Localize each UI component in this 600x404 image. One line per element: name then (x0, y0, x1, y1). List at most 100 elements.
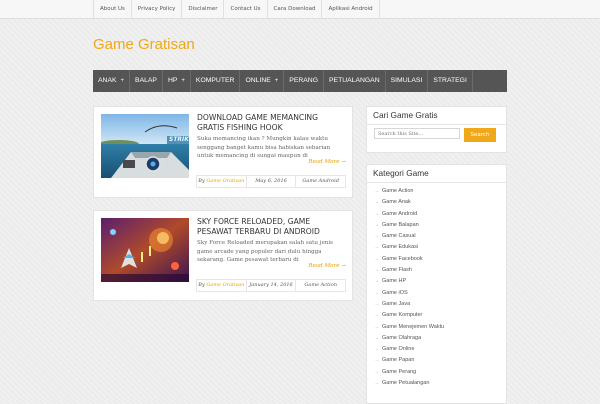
nav-item-perang[interactable]: PERANG (284, 70, 324, 92)
category-item[interactable]: → Game Online (374, 344, 506, 355)
category-item[interactable]: → Game Papan (374, 355, 506, 366)
arrow-right-icon: → (374, 221, 379, 228)
nav-item-strategi[interactable]: STRATEGI (428, 70, 473, 92)
read-more-link[interactable]: Read More → (308, 159, 346, 165)
category-item[interactable]: → Game Java (374, 299, 506, 310)
category-label: Game Papan (382, 357, 415, 364)
category-item[interactable]: → Game Action (374, 186, 506, 197)
category-item[interactable]: → Game Android (374, 209, 506, 220)
post-excerpt: Sky Force Reloaded merupakan salah satu … (197, 240, 334, 263)
post-title[interactable]: DOWNLOAD GAME MEMANCING GRATIS FISHING H… (197, 113, 347, 133)
nav-item-label: BALAP (135, 77, 157, 84)
category-label: Game Petualangan (382, 380, 430, 387)
arrow-right-icon: → (374, 289, 379, 296)
search-button[interactable]: Search (464, 128, 496, 142)
arrow-right-icon: → (374, 233, 379, 240)
fishing-game-image (101, 114, 189, 178)
top-menu-disclaimer[interactable]: Disclaimer (182, 0, 225, 18)
category-label: Game Komputer (382, 312, 423, 319)
category-item[interactable]: → Game Perang (374, 367, 506, 378)
category-label: Game Flash (382, 267, 412, 274)
categories-widget: Kategori Game → Game Action → Game Anak → G… (366, 164, 507, 404)
nav-item-komputer[interactable]: KOMPUTER (191, 70, 241, 92)
nav-item-label: STRATEGI (433, 77, 467, 84)
nav-item-online[interactable]: ONLINE + (240, 70, 285, 92)
category-label: Game Facebook (382, 255, 423, 262)
arrow-right-icon: → (374, 278, 379, 285)
category-label: Game Casual (382, 233, 416, 240)
post-meta: By Game Gratisan May 6, 2016 Game Androi… (196, 175, 347, 188)
arrow-right-icon: → (374, 300, 379, 307)
post-date: January 14, 2016 (245, 279, 297, 292)
category-label: Game Android (382, 210, 418, 217)
search-input[interactable] (374, 128, 460, 139)
top-menu-cara-download[interactable]: Cara Download (268, 0, 323, 18)
category-item[interactable]: → Game Menejemen Waktu (374, 322, 506, 333)
main-nav: ANAK + BALAP HP + KOMPUTER ONLINE + PERANG … (93, 70, 507, 92)
author-prefix: By (198, 178, 205, 184)
category-label: Game Action (382, 188, 414, 194)
top-menu-contact[interactable]: Contact Us (224, 0, 268, 18)
categories-widget-title: Kategori Game (367, 165, 506, 183)
category-item[interactable]: → Game Facebook (374, 254, 506, 265)
category-item[interactable]: → Game Balapan (374, 220, 506, 231)
arrow-right-icon: → (374, 380, 379, 387)
nav-item-label: PERANG (289, 77, 318, 84)
category-item[interactable]: → Game HP (374, 276, 506, 287)
top-bar: About Us Privacy Policy Disclaimer Conta… (0, 0, 600, 19)
arrow-right-icon: → (374, 346, 379, 353)
arrow-right-icon: → (374, 267, 379, 274)
nav-item-label: KOMPUTER (195, 77, 235, 84)
site-title[interactable]: Game Gratisan (93, 36, 195, 53)
arrow-right-icon: → (374, 323, 379, 330)
nav-item-simulasi[interactable]: SIMULASI (386, 70, 429, 92)
top-menu-privacy[interactable]: Privacy Policy (132, 0, 183, 18)
post-category[interactable]: Game Action (295, 279, 347, 292)
category-label: Game Perang (382, 368, 417, 375)
post-meta: By Game Gratisan January 14, 2016 Game A… (196, 279, 347, 292)
category-item[interactable]: → Game Olahraga (374, 333, 506, 344)
top-menu-aplikasi-android[interactable]: Aplikasi Android (322, 0, 380, 18)
search-widget: Cari Game Gratis Search (366, 106, 507, 153)
nav-item-label: ONLINE (245, 77, 271, 84)
author-prefix: By (198, 282, 205, 288)
category-label: Game Java (382, 300, 411, 307)
arrow-right-icon: → (374, 199, 379, 206)
post-thumbnail-sky-force[interactable] (101, 218, 189, 282)
post-author: By Game Gratisan (196, 175, 247, 188)
category-item[interactable]: → Game Edukasi (374, 242, 506, 253)
category-item[interactable]: → Game Flash (374, 265, 506, 276)
arrow-right-icon: → (374, 334, 379, 341)
nav-item-balap[interactable]: BALAP (130, 70, 163, 92)
category-label: Game Anak (382, 199, 411, 206)
category-label: Game Balapan (382, 221, 419, 228)
post-title[interactable]: SKY FORCE RELOADED, GAME PESAWAT TERBARU… (197, 217, 347, 237)
nav-item-label: PETUALANGAN (329, 77, 380, 84)
top-menu-about[interactable]: About Us (94, 0, 132, 18)
submenu-plus-icon: + (120, 78, 125, 84)
author-link[interactable]: Game Gratisan (206, 178, 244, 184)
read-more-link[interactable]: Read More → (308, 263, 346, 269)
category-item[interactable]: → Game Petualangan (374, 378, 506, 389)
category-item[interactable]: → Game Casual (374, 231, 506, 242)
author-link[interactable]: Game Gratisan (206, 282, 244, 288)
category-item[interactable]: → Game iOS (374, 288, 506, 299)
post-date: May 6, 2016 (245, 175, 297, 188)
category-label: Game iOS (382, 289, 408, 296)
nav-item-label: SIMULASI (390, 77, 423, 84)
post-card: STRIK DOWNLOAD GAME MEMANCING GRATIS FIS… (93, 106, 353, 198)
nav-item-hp[interactable]: HP + (163, 70, 191, 92)
category-item[interactable]: → Game Anak (374, 197, 506, 208)
arrow-right-icon: → (374, 312, 379, 319)
nav-item-petualangan[interactable]: PETUALANGAN (324, 70, 386, 92)
arrow-right-icon: → (374, 210, 379, 217)
category-label: Game Menejemen Waktu (382, 323, 445, 330)
category-label: Game Online (382, 346, 415, 353)
submenu-plus-icon: + (274, 78, 279, 84)
category-label: Game HP (382, 278, 407, 285)
post-thumbnail-fishing[interactable]: STRIK (101, 114, 189, 178)
category-item[interactable]: → Game Komputer (374, 310, 506, 321)
post-card: SKY FORCE RELOADED, GAME PESAWAT TERBARU… (93, 210, 353, 301)
post-category[interactable]: Game Android (295, 175, 347, 188)
nav-item-anak[interactable]: ANAK + (93, 70, 131, 92)
